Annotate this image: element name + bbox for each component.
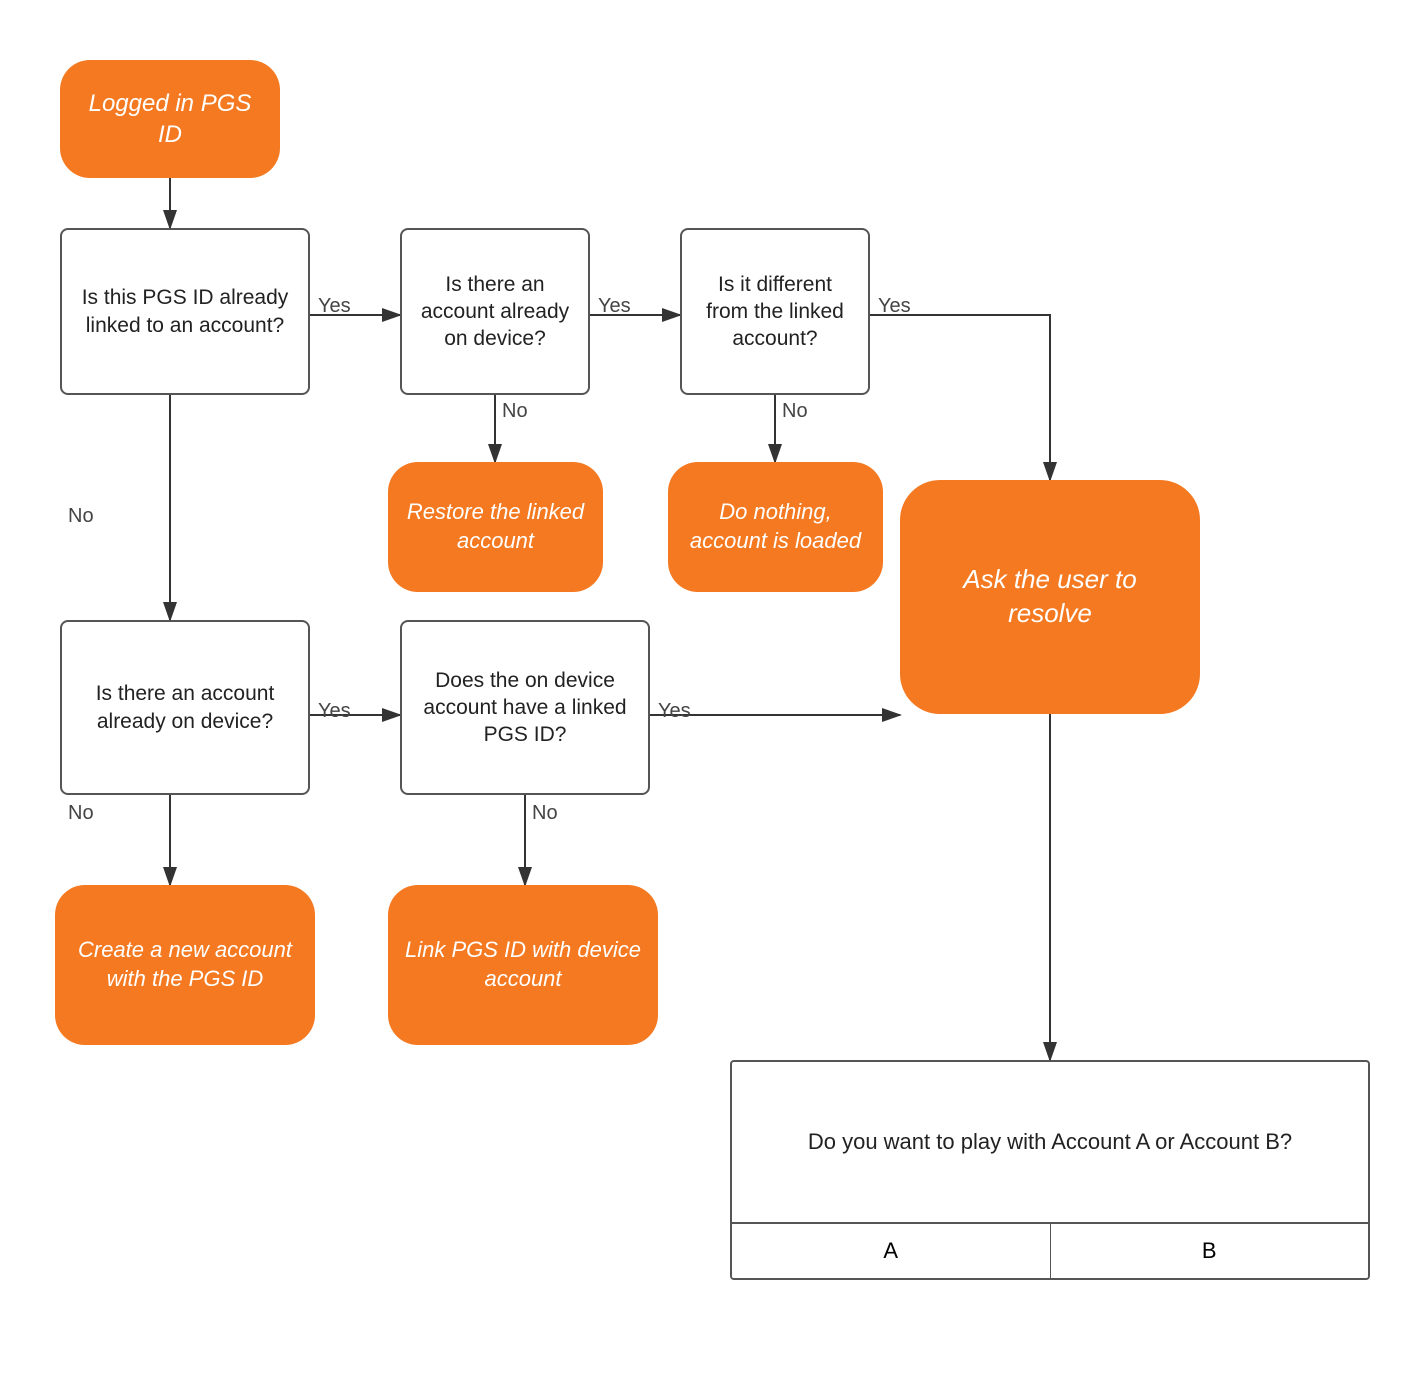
q1-node: Is this PGS ID already linked to an acco… [60,228,310,395]
yes2-label: Yes [598,295,631,318]
r2-node: Do nothing, account is loaded [668,462,883,592]
r4-node: Create a new account with the PGS ID [55,885,315,1045]
yes1-label: Yes [318,295,351,318]
q5-node: Does the on device account have a linked… [400,620,650,795]
no4-label: No [68,802,94,825]
start-node: Logged in PGS ID [60,60,280,178]
r3-node: Ask the user to resolve [900,480,1200,714]
yes3-label: Yes [878,295,911,318]
yes4-label: Yes [318,700,351,723]
dialog-text: Do you want to play with Account A or Ac… [788,1062,1312,1222]
yes5-label: Yes [658,700,691,723]
flowchart: Logged in PGS ID Is this PGS ID already … [0,0,1408,1377]
r1-node: Restore the linked account [388,462,603,592]
dialog-node[interactable]: Do you want to play with Account A or Ac… [730,1060,1370,1280]
dialog-buttons: A B [732,1222,1368,1278]
no2-label: No [502,400,528,423]
r5-node: Link PGS ID with device account [388,885,658,1045]
dialog-btn-b[interactable]: B [1051,1224,1369,1278]
no3-label: No [782,400,808,423]
q3-node: Is it different from the linked account? [680,228,870,395]
no1-label: No [68,505,94,528]
q4-node: Is there an account already on device? [60,620,310,795]
q2-node: Is there an account already on device? [400,228,590,395]
dialog-btn-a[interactable]: A [732,1224,1051,1278]
no5-label: No [532,802,558,825]
